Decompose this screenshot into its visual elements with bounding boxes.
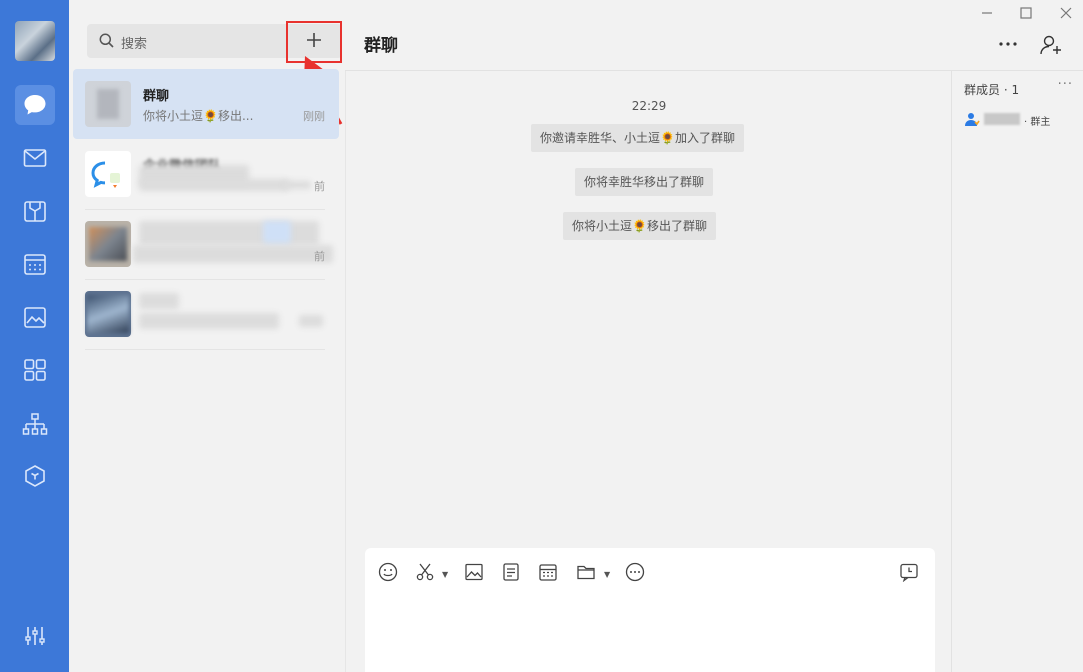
add-member-icon[interactable]	[1039, 33, 1063, 61]
member-panel: 群成员 · 1 ··· · 群主	[951, 71, 1083, 672]
conversation-time: 刚刚	[303, 110, 325, 123]
system-message: 你将幸胜华移出了群聊	[575, 168, 714, 196]
nav-calendar[interactable]	[15, 244, 55, 284]
nav-mail[interactable]	[15, 138, 55, 178]
maximize-icon[interactable]	[1016, 4, 1036, 22]
more-options-icon[interactable]	[997, 33, 1019, 59]
settings-icon	[24, 625, 46, 647]
close-icon[interactable]	[1056, 4, 1076, 22]
calendar-icon[interactable]	[537, 561, 559, 583]
member-name	[984, 113, 1020, 125]
message-composer[interactable]: ▼ ▼	[365, 548, 935, 672]
conversation-avatar	[85, 291, 131, 337]
nav-messages[interactable]	[15, 85, 55, 125]
mail-icon	[23, 148, 47, 168]
nav-workbench[interactable]	[15, 456, 55, 496]
document-icon[interactable]	[500, 561, 522, 583]
member-count-title: 群成员 · 1	[964, 83, 1020, 97]
calendar-icon	[23, 252, 47, 276]
chat-title: 群聊	[364, 36, 398, 56]
more-icon[interactable]: ···	[1058, 77, 1073, 92]
screenshot-icon[interactable]	[414, 561, 436, 583]
nav-drive[interactable]	[15, 297, 55, 337]
chat-header: 群聊	[345, 0, 1083, 71]
conversation-item[interactable]: 企业微信团队 前	[73, 139, 339, 210]
conversation-item[interactable]: 群聊 你将小土逗🌻移出... 刚刚	[73, 69, 339, 139]
more-tools-icon[interactable]	[624, 561, 646, 583]
conversation-item[interactable]	[73, 279, 339, 350]
folder-icon[interactable]	[575, 561, 597, 583]
nav-org[interactable]	[15, 404, 55, 444]
caret-down-icon[interactable]: ▼	[442, 570, 448, 579]
chat-history-icon[interactable]	[898, 561, 920, 583]
cube-icon	[23, 464, 47, 488]
system-message: 你邀请幸胜华、小土逗🌻加入了群聊	[531, 124, 744, 152]
conversation-time: 前	[314, 250, 325, 263]
conversation-avatar	[85, 221, 131, 267]
apps-icon	[23, 358, 47, 382]
avatar[interactable]	[15, 21, 55, 61]
image-icon[interactable]	[463, 561, 485, 583]
member-item[interactable]: · 群主	[964, 111, 1074, 129]
emoji-icon[interactable]	[377, 561, 399, 583]
nav-apps[interactable]	[15, 350, 55, 390]
conversation-time: 前	[314, 180, 325, 193]
docs-icon	[23, 199, 47, 223]
org-icon	[22, 412, 48, 436]
system-message: 你将小土逗🌻移出了群聊	[563, 212, 716, 240]
drive-icon	[23, 305, 47, 329]
conversation-item[interactable]: 前	[73, 209, 339, 280]
nav-docs[interactable]	[15, 191, 55, 231]
search-input[interactable]: 搜索	[121, 33, 147, 52]
minimize-icon[interactable]	[977, 4, 997, 22]
wecom-team-avatar	[85, 151, 131, 197]
search-icon	[99, 33, 114, 52]
nav-rail	[0, 0, 69, 672]
owner-icon	[964, 111, 980, 131]
chat-area: 22:29 你邀请幸胜华、小土逗🌻加入了群聊 你将幸胜华移出了群聊 你将小土逗🌻…	[345, 71, 951, 672]
message-timestamp: 22:29	[631, 99, 667, 113]
conversation-list-pane: 搜索 群聊 你将小土逗🌻移出... 刚刚 企业微信团队 前	[69, 0, 345, 672]
group-avatar	[85, 81, 131, 127]
conversation-preview: 你将小土逗🌻移出...	[143, 109, 254, 123]
nav-settings[interactable]	[15, 616, 55, 656]
member-role: · 群主	[1024, 117, 1051, 128]
chat-icon	[23, 94, 47, 116]
conversation-name: 群聊	[143, 89, 170, 104]
caret-down-icon[interactable]: ▼	[604, 570, 610, 579]
plus-icon	[306, 32, 322, 52]
